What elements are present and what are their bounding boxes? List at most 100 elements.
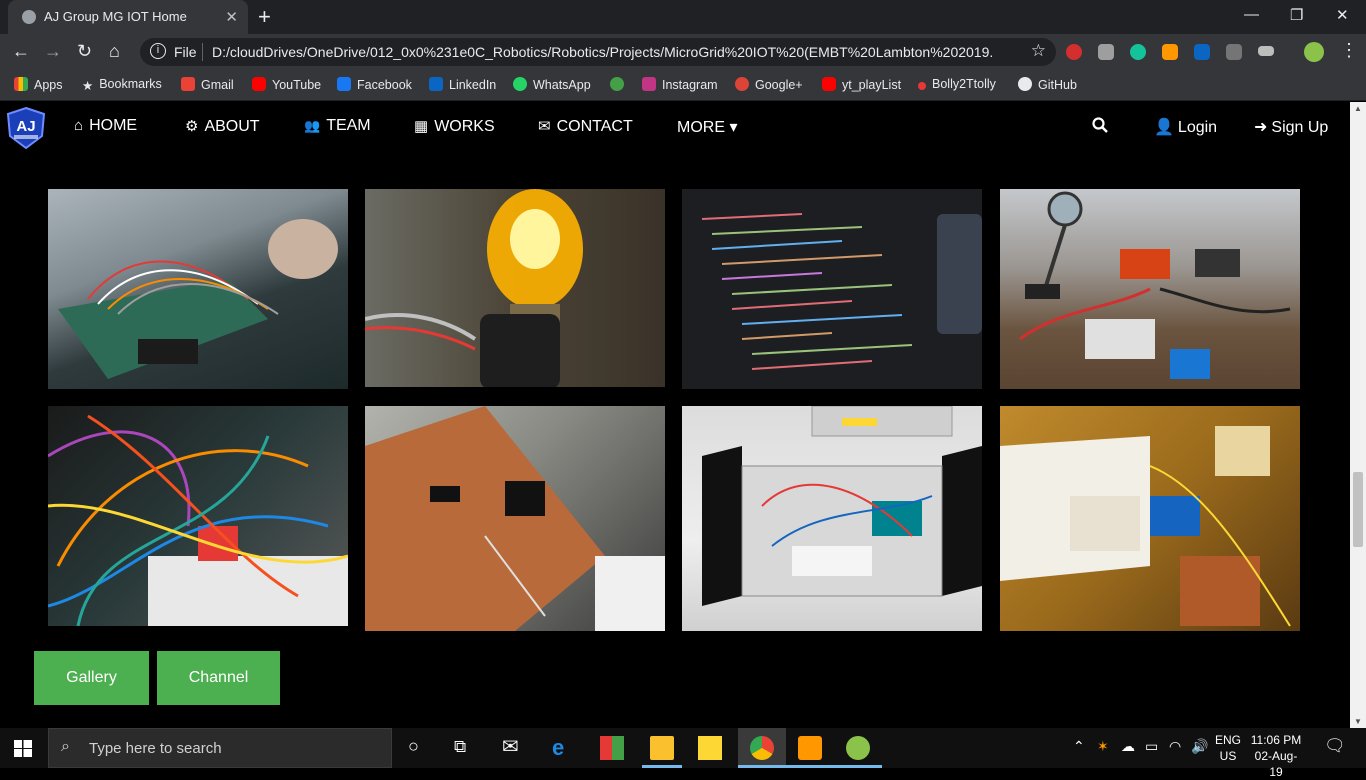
sticky-notes-icon[interactable] — [698, 736, 722, 760]
url-text[interactable]: D:/cloudDrives/OneDrive/012_0x0%231e0C_R… — [212, 44, 992, 60]
login-link[interactable]: 👤 Login — [1154, 117, 1217, 137]
nav-more-dropdown[interactable]: MORE ▾ — [677, 117, 737, 137]
extension-bar-icon[interactable] — [1258, 46, 1274, 56]
tab-close-button[interactable]: ✕ — [225, 8, 238, 26]
bookmark-apps[interactable]: Apps — [14, 77, 63, 92]
bookmark-whatsapp[interactable]: WhatsApp — [513, 77, 591, 92]
bookmark-bookmarks[interactable]: ★ Bookmarks — [82, 77, 162, 93]
tray-app-icon[interactable]: ✶ — [1097, 738, 1109, 755]
bookmark-bolly2ttolly[interactable]: Bolly2Ttolly — [918, 77, 996, 91]
notification-icon[interactable]: 🗨 — [1324, 736, 1346, 756]
file-explorer-icon[interactable] — [650, 736, 674, 760]
bookmark-facebook[interactable]: Facebook — [337, 77, 412, 92]
facebook-icon — [337, 77, 351, 91]
gmail-icon — [181, 77, 195, 91]
minimize-button[interactable]: — — [1244, 6, 1259, 23]
scroll-up-arrow-icon[interactable]: ▲ — [1354, 104, 1362, 113]
address-bar[interactable]: i File D:/cloudDrives/OneDrive/012_0x0%2… — [140, 38, 1056, 66]
gallery-photo-arduino-book[interactable] — [1000, 406, 1300, 631]
menu-dots-icon[interactable]: ⋮ — [1340, 40, 1358, 61]
gallery-photo-light-bulb[interactable] — [365, 189, 665, 387]
back-arrow-icon[interactable]: ← — [12, 41, 30, 62]
sign-in-icon: ➜ — [1254, 119, 1268, 136]
users-icon: 👥 — [304, 118, 321, 133]
sublime-text-icon[interactable] — [798, 736, 822, 760]
task-view-icon[interactable]: ⧉ — [454, 737, 466, 757]
envelope-icon: ✉ — [538, 118, 551, 135]
nav-contact[interactable]: ✉ CONTACT — [538, 117, 633, 136]
whatsapp-icon — [513, 77, 527, 91]
battery-icon[interactable]: ▭ — [1145, 738, 1158, 755]
wifi-icon[interactable]: ◠ — [1169, 738, 1181, 755]
bookmark-linkedin[interactable]: LinkedIn — [429, 77, 496, 92]
chevron-up-icon[interactable]: ⌃ — [1073, 738, 1085, 755]
scrollbar-thumb[interactable] — [1353, 472, 1363, 547]
taskbar-search-input[interactable]: ⌕ Type here to search — [48, 728, 392, 768]
windows-start-icon[interactable] — [14, 740, 32, 757]
globe-icon — [22, 10, 36, 24]
mail-icon[interactable]: ✉ — [502, 734, 519, 759]
gallery-photo-wires-breadboard[interactable] — [48, 406, 348, 626]
key-icon[interactable] — [1162, 44, 1178, 60]
reload-icon[interactable]: ↻ — [77, 41, 92, 62]
gallery-photo-perfboard[interactable] — [365, 406, 665, 631]
nav-team[interactable]: 👥 TEAM — [304, 117, 371, 135]
edge-icon[interactable]: e — [552, 736, 576, 760]
instagram-icon — [642, 77, 656, 91]
gallery-photo-soldering-station[interactable] — [1000, 189, 1300, 389]
nav-home[interactable]: ⌂ HOME — [74, 117, 137, 135]
bookmark-instagram[interactable]: Instagram — [642, 77, 718, 92]
window-close-button[interactable]: ✕ — [1336, 6, 1349, 24]
gallery-photo-code-editor[interactable] — [682, 189, 982, 389]
grammarly-icon[interactable] — [1130, 44, 1146, 60]
chrome-icon[interactable] — [750, 736, 774, 760]
home-icon[interactable]: ⌂ — [109, 41, 120, 62]
github-icon — [1018, 77, 1032, 91]
browser-tab[interactable]: AJ Group MG IOT Home ✕ — [8, 0, 248, 34]
camera-icon[interactable] — [1226, 44, 1242, 60]
info-icon[interactable]: i — [150, 43, 166, 59]
store-icon[interactable] — [600, 736, 624, 760]
extension-badge-icon[interactable] — [1098, 44, 1114, 60]
logo-text: AJ — [16, 118, 35, 135]
forward-arrow-icon[interactable]: → — [44, 41, 62, 62]
gear-icon: ⚙ — [185, 118, 199, 135]
aj-logo[interactable]: AJ — [4, 106, 48, 150]
gallery-photo-circuit-board[interactable] — [48, 189, 348, 389]
bookmark-github[interactable]: GitHub — [1018, 77, 1077, 92]
cortana-circle-icon[interactable]: ○ — [408, 736, 419, 757]
divider — [202, 43, 203, 61]
bookmark-yt-playlist[interactable]: yt_playList — [822, 77, 901, 92]
linkedin-extension-icon[interactable] — [1194, 44, 1210, 60]
clock[interactable]: 11:06 PM 02-Aug-19 — [1248, 732, 1304, 780]
extension-shield-icon[interactable] — [1066, 44, 1082, 60]
channel-button[interactable]: Channel — [157, 651, 280, 705]
signup-link[interactable]: ➜ Sign Up — [1254, 117, 1328, 137]
scroll-down-arrow-icon[interactable]: ▼ — [1354, 717, 1362, 726]
gallery-photo-enclosure-project[interactable] — [682, 406, 982, 631]
avatar[interactable] — [1304, 42, 1324, 62]
nav-works[interactable]: ▦ WORKS — [414, 117, 495, 136]
gallery-button[interactable]: Gallery — [34, 651, 149, 705]
file-label: File — [174, 44, 197, 60]
nav-about[interactable]: ⚙ ABOUT — [185, 117, 260, 136]
bookmark-gmail[interactable]: Gmail — [181, 77, 234, 92]
apps-grid-icon — [14, 77, 28, 91]
new-tab-button[interactable]: + — [258, 4, 271, 30]
volume-icon[interactable]: 🔊 — [1191, 738, 1208, 755]
user-icon: 👤 — [1154, 119, 1174, 136]
search-icon: ⌕ — [61, 738, 70, 755]
bookmarks-bar: Apps ★ Bookmarks Gmail YouTube Facebook L… — [0, 70, 1366, 101]
bookmark-googleplus[interactable]: Google+ — [735, 77, 803, 92]
android-studio-icon[interactable] — [846, 736, 870, 760]
youtube-icon — [252, 77, 266, 91]
bookmark-youtube[interactable]: YouTube — [252, 77, 321, 92]
search-icon[interactable] — [1092, 117, 1108, 138]
restore-button[interactable]: ❐ — [1290, 6, 1303, 24]
onedrive-icon[interactable]: ☁ — [1121, 738, 1135, 755]
googleplus-icon — [735, 77, 749, 91]
bookmark-green[interactable] — [610, 77, 630, 92]
bookmark-star-icon[interactable]: ☆ — [1031, 41, 1046, 61]
page-scrollbar[interactable]: ▲ ▼ — [1350, 102, 1366, 728]
language-indicator[interactable]: ENG US — [1215, 732, 1241, 764]
